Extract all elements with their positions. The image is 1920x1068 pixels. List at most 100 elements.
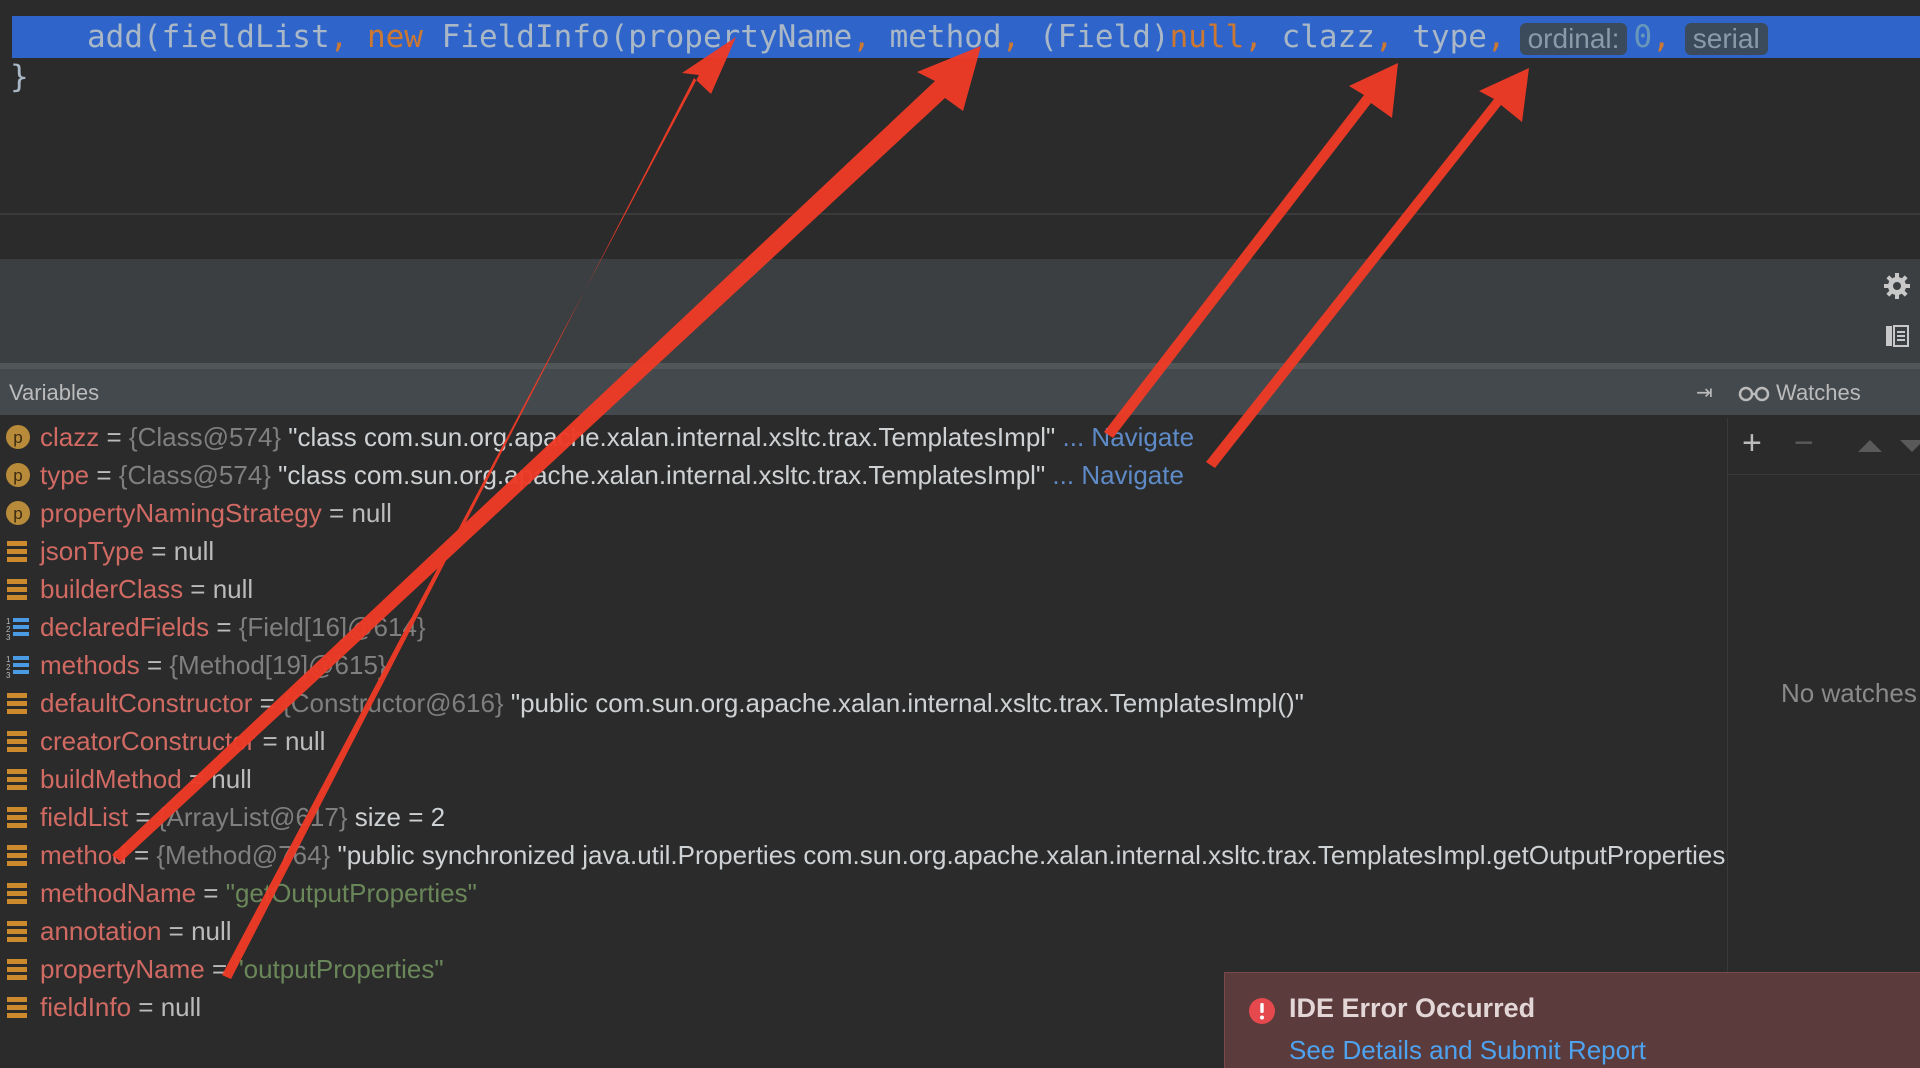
variable-reference: {Class@574} [128,422,282,452]
variable-text: fieldList = {ArrayList@617} size = 2 [40,798,445,836]
variable-value: null [160,992,202,1022]
code-comma: , [1652,19,1671,55]
code-arg-fieldlist: fieldList [161,19,330,55]
variable-row[interactable]: defaultConstructor = {Constructor@616} "… [0,684,1726,722]
variable-name: buildMethod [40,764,182,794]
variable-text: defaultConstructor = {Constructor@616} "… [40,684,1304,722]
property-icon: p [6,463,30,487]
field-icon [7,883,27,904]
variable-equals: = [181,764,212,794]
code-comma: , [329,19,349,55]
watches-title[interactable]: Watches [1776,380,1861,406]
variable-row[interactable]: p type = {Class@574} "class com.sun.org.a… [0,456,1726,494]
variable-equals: = [183,574,213,604]
variable-equals: = [321,498,352,528]
variable-text: propertyName = "outputProperties" [40,950,444,988]
variable-value: "public synchronized java.util.Propertie… [330,840,1752,870]
variable-text: buildMethod = null [40,760,252,798]
code-comma: , [1486,19,1506,55]
variable-row[interactable]: p clazz = {Class@574} "class com.sun.org.… [0,418,1726,456]
variable-equals: = [252,688,283,718]
code-comma: , [1244,19,1263,55]
code-comma: , [852,19,871,55]
see-details-link[interactable]: See Details and Submit Report [1289,1035,1646,1066]
variable-row[interactable]: methodName = "getOutputProperties" [0,874,1726,912]
code-cast: (Field) [1038,19,1170,55]
watches-toolbar: + − [1728,418,1920,475]
gear-icon[interactable] [1882,271,1912,301]
variable-name: propertyName [40,954,205,984]
array-icon: 123 [6,617,29,640]
error-notification[interactable]: IDE Error Occurred See Details and Submi… [1224,972,1920,1068]
variable-equals: = [204,954,235,984]
svg-text:p: p [13,504,22,523]
restore-layout-icon[interactable]: ⇥ [1696,380,1724,404]
variable-row[interactable]: fieldList = {ArrayList@617} size = 2 [0,798,1726,836]
variable-value: "public com.sun.org.apache.xalan.interna… [503,688,1304,718]
variable-name: type [40,460,90,490]
highlighted-code-line[interactable]: add(fieldList, new FieldInfo(propertyNam… [12,16,1920,58]
code-arg-method: method [889,19,1002,55]
glasses-icon [1738,386,1770,402]
code-null: null [1169,19,1245,55]
field-icon [7,541,27,562]
array-icon: 123 [6,655,29,678]
variable-equals: = [126,840,157,870]
variable-name: clazz [40,422,100,452]
variable-text: methodName = "getOutputProperties" [40,874,477,912]
parameter-hint-serial: serial [1684,22,1768,55]
add-watch-button[interactable]: + [1742,426,1762,460]
field-icon [7,731,27,752]
variable-value: null [211,764,252,794]
navigate-link[interactable]: ... Navigate [1045,460,1184,490]
variables-header: Variables ⇥ Watches [0,369,1920,415]
code-keyword-new: new [366,19,423,55]
variable-text: propertyNamingStrategy = null [40,494,392,532]
variable-text: fieldInfo = null [40,988,201,1026]
variable-text: jsonType = null [40,532,214,570]
variable-row[interactable]: annotation = null [0,912,1726,950]
error-title: IDE Error Occurred [1289,993,1536,1023]
variable-row[interactable]: jsonType = null [0,532,1726,570]
move-down-icon[interactable] [1900,440,1920,452]
variable-value: null [173,536,215,566]
variable-row[interactable]: buildMethod = null [0,760,1726,798]
code-editor[interactable]: add(fieldList, new FieldInfo(propertyNam… [0,0,1920,214]
variable-row[interactable]: creatorConstructor = null [0,722,1726,760]
variable-reference: {Class@574} [118,460,271,490]
property-icon: p [6,425,30,449]
move-up-icon[interactable] [1858,440,1882,452]
variable-equals: = [161,916,192,946]
remove-watch-button[interactable]: − [1794,426,1814,460]
variable-text: builderClass = null [40,570,253,608]
variable-equals: = [196,878,226,908]
variable-name: propertyNamingStrategy [40,498,322,528]
field-icon [7,845,27,866]
variable-equals: = [139,650,170,680]
property-icon: p [6,501,30,525]
variable-name: creatorConstructor [40,726,256,756]
navigate-link[interactable]: ... Navigate [1055,422,1195,452]
field-icon [7,959,27,980]
variable-row[interactable]: builderClass = null [0,570,1726,608]
variables-tree[interactable]: p clazz = {Class@574} "class com.sun.org.… [0,418,1752,1068]
variable-reference: {Method@764} [156,840,331,870]
variable-row[interactable]: 1 2 3 declaredFields = {Field[16]@614} [0,608,1726,646]
code-arg-type: type [1412,19,1487,55]
variable-row[interactable]: 1 2 3 methods = {Method[19]@615} [0,646,1726,684]
variable-row[interactable]: p propertyNamingStrategy = null [0,494,1726,532]
variable-reference: {Method[19]@615} [169,650,387,680]
variable-row[interactable]: method = {Method@764} "public synchroniz… [0,836,1752,874]
code-closing-brace: } [10,59,29,95]
variable-text: type = {Class@574} "class com.sun.org.ap… [40,456,1184,494]
watches-panel: + − No watches [1727,418,1920,1068]
variable-name: declaredFields [40,612,210,642]
variable-value: size = 2 [347,802,446,832]
variable-value: null [191,916,232,946]
variable-equals: = [99,422,129,452]
editor-divider [0,213,1920,215]
variable-equals: = [89,460,119,490]
variable-text: declaredFields = {Field[16]@614} [40,608,426,646]
variable-value: "outputProperties" [234,954,444,984]
layout-settings-icon[interactable] [1884,323,1910,349]
